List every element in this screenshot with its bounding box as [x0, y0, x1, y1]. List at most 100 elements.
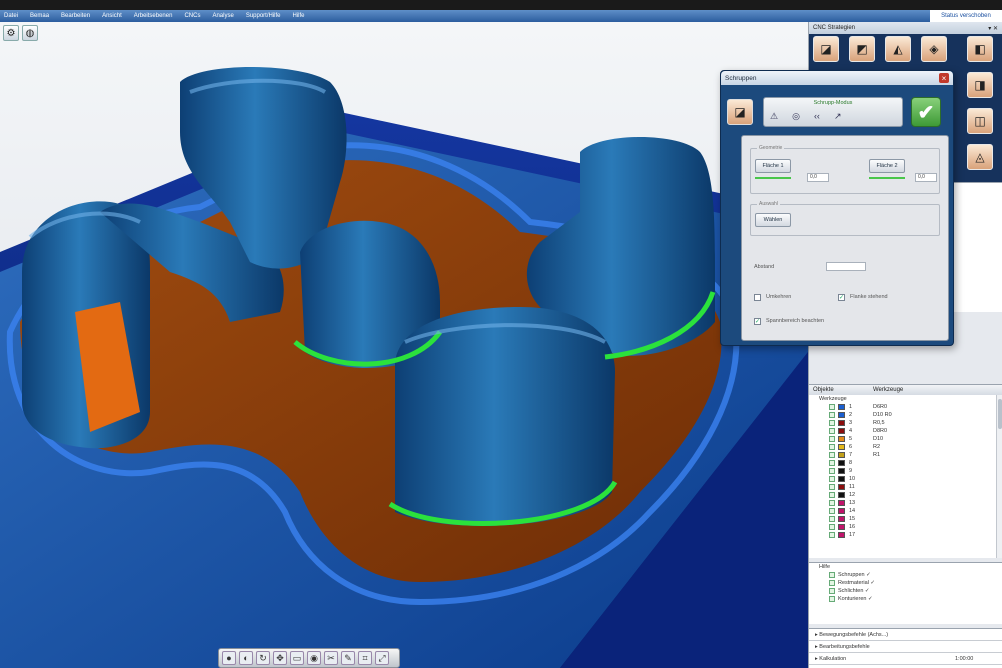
profile-tile-icon[interactable]: ◨: [967, 72, 993, 98]
warning-icon[interactable]: ⚠: [770, 111, 778, 122]
clip-icon[interactable]: ✂: [324, 651, 338, 665]
table-row[interactable]: 11: [809, 483, 1002, 491]
roughing-tile-icon[interactable]: ◪: [813, 36, 839, 62]
row-checkbox[interactable]: [829, 468, 835, 474]
table-row[interactable]: 4 D8R0: [809, 427, 1002, 435]
table-row[interactable]: 1 D6R0: [809, 403, 1002, 411]
menu-item-8[interactable]: Hilfe: [293, 13, 305, 19]
table-row[interactable]: 6 R2: [809, 443, 1002, 451]
rest-tile-icon[interactable]: ◫: [967, 108, 993, 134]
row-checkbox[interactable]: [829, 508, 835, 514]
table-row[interactable]: 16: [809, 523, 1002, 531]
menu-item-3[interactable]: Ansicht: [102, 13, 122, 19]
pan-icon[interactable]: ✥: [273, 651, 287, 665]
table-row[interactable]: 9: [809, 467, 1002, 475]
measure-icon[interactable]: ⌗: [358, 651, 372, 665]
table-row[interactable]: 13: [809, 499, 1002, 507]
face-1-button[interactable]: Fläche 1: [755, 159, 791, 173]
rotate-icon[interactable]: ↻: [256, 651, 270, 665]
distance-field[interactable]: [826, 262, 866, 271]
row-checkbox[interactable]: [829, 492, 835, 498]
fit-icon[interactable]: ⤢: [375, 651, 389, 665]
row-checkbox[interactable]: [829, 516, 835, 522]
target-icon[interactable]: ◎: [792, 111, 800, 122]
menu-item-6[interactable]: Analyse: [212, 13, 233, 19]
table-row[interactable]: 10: [809, 475, 1002, 483]
select-button[interactable]: Wählen: [755, 213, 791, 227]
row-checkbox[interactable]: [829, 460, 835, 466]
table-row[interactable]: 17: [809, 531, 1002, 539]
cursor-icon[interactable]: ◐: [239, 651, 253, 665]
menu-item-5[interactable]: CNCs: [184, 13, 200, 19]
arrow-icon[interactable]: ↗: [834, 111, 842, 122]
op-checkbox[interactable]: [829, 572, 835, 578]
table-row[interactable]: 15: [809, 515, 1002, 523]
tree-root[interactable]: Werkzeuge: [809, 395, 1002, 403]
sphere-icon[interactable]: ●: [222, 651, 236, 665]
flank-checkbox[interactable]: ✓: [838, 294, 845, 301]
confirm-button[interactable]: ✔: [911, 97, 941, 127]
row-checkbox[interactable]: [829, 476, 835, 482]
status-link[interactable]: Status verschoben: [930, 10, 1002, 22]
menu-item-4[interactable]: Arbeitsebenen: [134, 13, 173, 19]
table-row[interactable]: 12: [809, 491, 1002, 499]
close-icon[interactable]: ×: [939, 73, 949, 83]
dialog-title-bar[interactable]: Schruppen ×: [721, 71, 953, 85]
back-icon[interactable]: ‹‹: [814, 111, 820, 122]
row-checkbox[interactable]: [829, 452, 835, 458]
list-item[interactable]: Schruppen ✓: [809, 571, 1002, 579]
3d-viewport[interactable]: [0, 22, 808, 668]
footer-row[interactable]: ▸ Bearbeitungsbefehle: [809, 641, 1002, 653]
zoom-icon[interactable]: ▭: [290, 651, 304, 665]
row-checkbox[interactable]: [829, 404, 835, 410]
row-checkbox[interactable]: [829, 484, 835, 490]
clamp-area-checkbox[interactable]: ✓: [754, 318, 761, 325]
reverse-checkbox[interactable]: [754, 294, 761, 301]
ops-root[interactable]: Hilfe: [809, 563, 1002, 571]
pin-icon[interactable]: ▾ ✕: [988, 25, 998, 32]
menu-item-1[interactable]: Bemaa: [30, 13, 49, 19]
face-2-button[interactable]: Fläche 2: [869, 159, 905, 173]
row-checkbox[interactable]: [829, 420, 835, 426]
row-checkbox[interactable]: [829, 428, 835, 434]
tool-color-swatch: [838, 460, 845, 466]
table-row[interactable]: 14: [809, 507, 1002, 515]
list-item[interactable]: Konturieren ✓: [809, 595, 1002, 603]
row-checkbox[interactable]: [829, 532, 835, 538]
menu-item-0[interactable]: Datei: [4, 13, 18, 19]
drilling-tile-icon[interactable]: ◭: [885, 36, 911, 62]
footer-row[interactable]: ▸ Bewegungsbefehle (Achs...): [809, 629, 1002, 641]
row-checkbox[interactable]: [829, 524, 835, 530]
mode-selector[interactable]: Schrupp-Modus ⚠ ◎ ‹‹ ↗: [763, 97, 903, 127]
row-checkbox[interactable]: [829, 412, 835, 418]
strategy-icon[interactable]: ◪: [727, 99, 753, 125]
contour-tile-icon[interactable]: ◈: [921, 36, 947, 62]
finishing-tile-icon[interactable]: ◩: [849, 36, 875, 62]
table-row[interactable]: 8: [809, 459, 1002, 467]
surface-tile-icon[interactable]: ◬: [967, 144, 993, 170]
op-checkbox[interactable]: [829, 596, 835, 602]
cnc-model-render[interactable]: [0, 22, 808, 668]
row-checkbox[interactable]: [829, 444, 835, 450]
list-item[interactable]: Schlichten ✓: [809, 587, 1002, 595]
row-checkbox[interactable]: [829, 436, 835, 442]
face-2-offset-field[interactable]: 0,0: [915, 173, 937, 182]
footer-row[interactable]: ▸ Kalkulation 1:00:00: [809, 653, 1002, 665]
op-checkbox[interactable]: [829, 580, 835, 586]
face-1-offset-field[interactable]: 0,0: [807, 173, 829, 182]
row-checkbox[interactable]: [829, 500, 835, 506]
menu-item-2[interactable]: Bearbeiten: [61, 13, 90, 19]
table-row[interactable]: 7 R1: [809, 451, 1002, 459]
table-row[interactable]: 2 D10 R0: [809, 411, 1002, 419]
tool-table-scrollbar[interactable]: [996, 395, 1002, 558]
op-checkbox[interactable]: [829, 588, 835, 594]
table-row[interactable]: 5 D10: [809, 435, 1002, 443]
edit-icon[interactable]: ✎: [341, 651, 355, 665]
cube-view-icon[interactable]: ◍: [22, 25, 38, 41]
menu-item-7[interactable]: Support/Hilfe: [246, 13, 281, 19]
pocket-tile-icon[interactable]: ◧: [967, 36, 993, 62]
table-row[interactable]: 3 R0,5: [809, 419, 1002, 427]
front-view-icon[interactable]: ◉: [307, 651, 321, 665]
list-item[interactable]: Restmaterial ✓: [809, 579, 1002, 587]
settings-icon[interactable]: ⚙: [3, 25, 19, 41]
